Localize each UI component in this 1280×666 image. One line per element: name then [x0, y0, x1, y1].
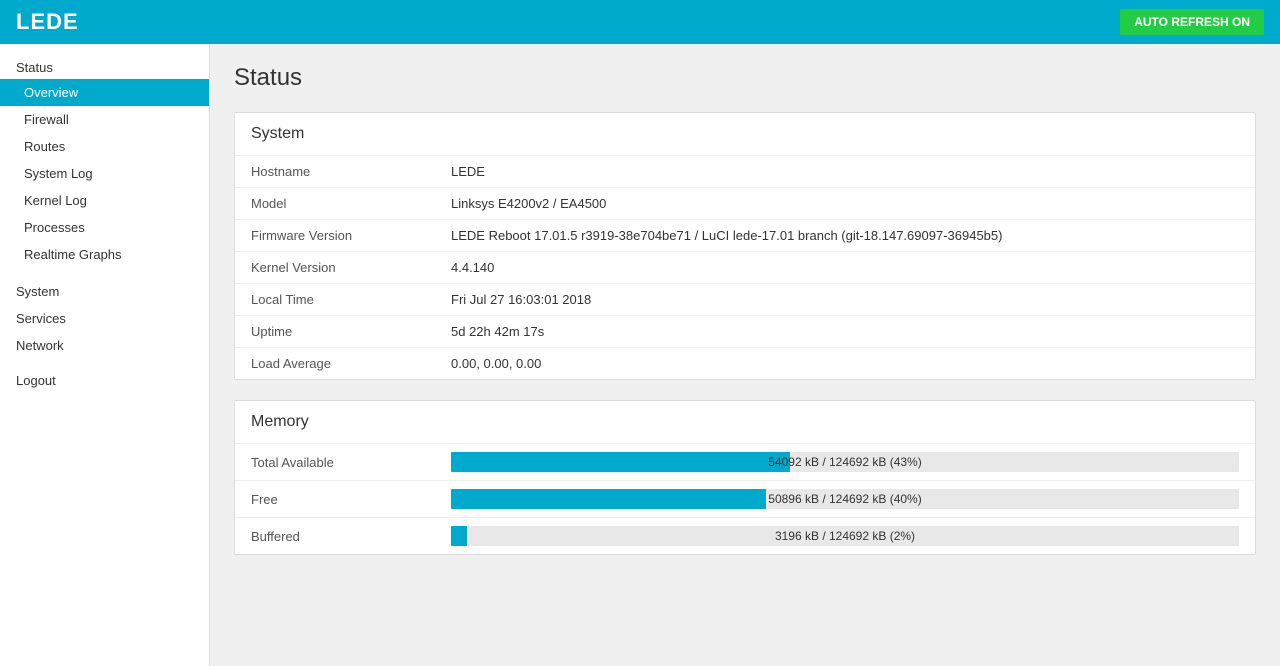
- sidebar-item-routes[interactable]: Routes: [0, 133, 209, 160]
- row-label: Buffered: [235, 518, 435, 555]
- table-row: Load Average 0.00, 0.00, 0.00: [235, 348, 1255, 380]
- row-value: 5d 22h 42m 17s: [435, 316, 1255, 348]
- row-label: Free: [235, 481, 435, 518]
- sidebar-section-system: System: [0, 276, 209, 303]
- system-card-header: System: [235, 113, 1255, 156]
- system-card: System Hostname LEDE Model Linksys E4200…: [234, 112, 1256, 380]
- logout-link[interactable]: Logout: [0, 365, 209, 396]
- sidebar-item-processes[interactable]: Processes: [0, 214, 209, 241]
- memory-card: Memory Total Available 54092 kB / 124692…: [234, 400, 1256, 555]
- row-label: Hostname: [235, 156, 435, 188]
- page-title: Status: [234, 64, 1256, 92]
- memory-card-header: Memory: [235, 401, 1255, 444]
- row-label: Local Time: [235, 284, 435, 316]
- table-row: Uptime 5d 22h 42m 17s: [235, 316, 1255, 348]
- progress-bar-label: 3196 kB / 124692 kB (2%): [451, 526, 1239, 546]
- progress-bar-container: 3196 kB / 124692 kB (2%): [451, 526, 1239, 546]
- sidebar-item-kernel-log[interactable]: Kernel Log: [0, 187, 209, 214]
- table-row: Hostname LEDE: [235, 156, 1255, 188]
- main-content: Status System Hostname LEDE Model Linksy…: [210, 44, 1280, 666]
- row-label: Firmware Version: [235, 220, 435, 252]
- row-value: 0.00, 0.00, 0.00: [435, 348, 1255, 380]
- sidebar: Status Overview Firewall Routes System L…: [0, 44, 210, 666]
- system-table: Hostname LEDE Model Linksys E4200v2 / EA…: [235, 156, 1255, 379]
- sidebar-item-system-log[interactable]: System Log: [0, 160, 209, 187]
- row-value: LEDE Reboot 17.01.5 r3919-38e704be71 / L…: [435, 220, 1255, 252]
- row-label: Kernel Version: [235, 252, 435, 284]
- row-label: Load Average: [235, 348, 435, 380]
- table-row: Firmware Version LEDE Reboot 17.01.5 r39…: [235, 220, 1255, 252]
- progress-bar-label: 54092 kB / 124692 kB (43%): [451, 452, 1239, 472]
- sidebar-section-status: Status: [0, 52, 209, 79]
- app-logo: LEDE: [16, 9, 79, 35]
- progress-bar-label: 50896 kB / 124692 kB (40%): [451, 489, 1239, 509]
- sidebar-item-overview[interactable]: Overview: [0, 79, 209, 106]
- table-row: Buffered 3196 kB / 124692 kB (2%): [235, 518, 1255, 555]
- sidebar-item-realtime-graphs[interactable]: Realtime Graphs: [0, 241, 209, 268]
- header: LEDE AUTO REFRESH ON: [0, 0, 1280, 44]
- auto-refresh-button[interactable]: AUTO REFRESH ON: [1120, 9, 1264, 35]
- row-value: 50896 kB / 124692 kB (40%): [435, 481, 1255, 518]
- row-label: Uptime: [235, 316, 435, 348]
- row-label: Total Available: [235, 444, 435, 481]
- row-value: Linksys E4200v2 / EA4500: [435, 188, 1255, 220]
- sidebar-item-firewall[interactable]: Firewall: [0, 106, 209, 133]
- table-row: Total Available 54092 kB / 124692 kB (43…: [235, 444, 1255, 481]
- memory-table: Total Available 54092 kB / 124692 kB (43…: [235, 444, 1255, 554]
- table-row: Model Linksys E4200v2 / EA4500: [235, 188, 1255, 220]
- sidebar-section-services: Services: [0, 303, 209, 330]
- row-value: 54092 kB / 124692 kB (43%): [435, 444, 1255, 481]
- row-label: Model: [235, 188, 435, 220]
- progress-bar-container: 54092 kB / 124692 kB (43%): [451, 452, 1239, 472]
- row-value: 3196 kB / 124692 kB (2%): [435, 518, 1255, 555]
- row-value: Fri Jul 27 16:03:01 2018: [435, 284, 1255, 316]
- table-row: Free 50896 kB / 124692 kB (40%): [235, 481, 1255, 518]
- row-value: 4.4.140: [435, 252, 1255, 284]
- sidebar-section-network: Network: [0, 330, 209, 357]
- progress-bar-container: 50896 kB / 124692 kB (40%): [451, 489, 1239, 509]
- table-row: Kernel Version 4.4.140: [235, 252, 1255, 284]
- row-value: LEDE: [435, 156, 1255, 188]
- table-row: Local Time Fri Jul 27 16:03:01 2018: [235, 284, 1255, 316]
